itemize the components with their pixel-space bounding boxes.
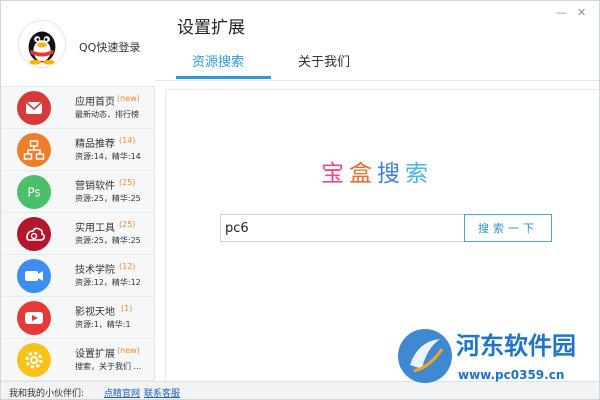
sidebar-item-academy[interactable]: 技术学院 (12) 资源:12，精华:12: [1, 255, 155, 297]
sidebar-item-featured[interactable]: 精品推荐 (14) 资源:14，精华:14: [1, 129, 155, 171]
sidebar-item-title: 实用工具: [75, 223, 115, 234]
app-window: QQ快速登录 应用首页 (new) 最新动态，排行榜 精品推荐 (14) 资源:…: [0, 0, 600, 400]
qq-penguin-icon: [28, 31, 56, 65]
minimize-button[interactable]: —: [556, 6, 567, 19]
video-camera-icon: [17, 259, 51, 293]
sidebar-item-subtitle: 搜索，关于我们 ...: [75, 362, 142, 371]
profile-panel[interactable]: QQ快速登录: [1, 1, 155, 87]
sidebar-item-subtitle: 资源:12，精华:12: [75, 278, 141, 287]
qq-quick-login-label[interactable]: QQ快速登录: [79, 39, 140, 55]
sidebar-item-count: (12): [119, 262, 136, 271]
close-button[interactable]: ✕: [577, 6, 586, 19]
sidebar-item-marketing[interactable]: Ps 营销软件 (25) 资源:25，精华:25: [1, 171, 155, 213]
sidebar-item-home[interactable]: 应用首页 (new) 最新动态，排行榜: [1, 87, 155, 129]
main-header: 设置扩展 资源搜索 关于我们 — ✕: [155, 1, 599, 81]
sidebar-item-count: (1): [121, 304, 133, 313]
official-site-link[interactable]: 点睛官网: [104, 386, 140, 399]
watermark-logo-icon: [398, 329, 452, 383]
sidebar-item-subtitle: 最新动态，排行榜: [75, 110, 139, 119]
sidebar-item-title: 营销软件: [75, 181, 115, 192]
page-title: 设置扩展: [177, 18, 245, 38]
sidebar-item-settings[interactable]: 设置扩展 (new) 搜索，关于我们 ...: [1, 339, 155, 381]
baohe-search-logo: 宝盒搜索: [321, 154, 433, 188]
sidebar-nav: 应用首页 (new) 最新动态，排行榜 精品推荐 (14) 资源:14，精华:1…: [1, 87, 155, 381]
sidebar-item-subtitle: 资源:25，精华:25: [75, 194, 141, 203]
sidebar-item-count: (25): [119, 220, 136, 229]
logo-char: 搜: [377, 161, 405, 187]
sidebar-item-count: (new): [117, 94, 140, 103]
sidebar-item-title: 影视天地: [75, 307, 115, 318]
search-button[interactable]: 搜索一下: [464, 214, 552, 242]
footer-label: 我和我的小伙伴们:: [9, 389, 85, 399]
sidebar-item-count: (14): [119, 136, 136, 145]
watermark-name: 河东软件园: [456, 332, 576, 360]
sidebar-item-count: (25): [119, 178, 136, 187]
tab-about-us[interactable]: 关于我们: [298, 51, 350, 70]
sidebar-item-title: 技术学院: [75, 265, 115, 276]
mail-icon: [17, 91, 51, 125]
sidebar-item-count: (new): [117, 346, 140, 355]
sidebar-item-video[interactable]: 影视天地 (1) 资源:1，精华:1: [1, 297, 155, 339]
sidebar-item-title: 精品推荐: [75, 139, 115, 150]
org-chart-icon: [17, 133, 51, 167]
sidebar-item-title: 应用首页: [75, 97, 115, 108]
sidebar-item-subtitle: 资源:1，精华:1: [75, 320, 131, 329]
contact-support-link[interactable]: 联系客服: [144, 386, 180, 399]
logo-char: 宝: [321, 161, 349, 187]
gear-icon: [17, 343, 51, 377]
watermark: 河东软件园 www.pc0359.cn: [396, 325, 599, 389]
active-tab-indicator: [176, 76, 271, 79]
logo-char: 索: [405, 161, 433, 187]
creative-cloud-icon: [17, 217, 51, 251]
sidebar: QQ快速登录 应用首页 (new) 最新动态，排行榜 精品推荐 (14) 资源:…: [1, 1, 155, 381]
qq-penguin-avatar[interactable]: [18, 20, 66, 68]
sidebar-item-subtitle: 资源:25，精华:25: [75, 236, 141, 245]
sidebar-item-title: 设置扩展: [75, 349, 115, 360]
logo-char: 盒: [349, 161, 377, 187]
search-input[interactable]: [220, 214, 465, 242]
sidebar-item-tools[interactable]: 实用工具 (25) 资源:25，精华:25: [1, 213, 155, 255]
sidebar-item-subtitle: 资源:14，精华:14: [75, 152, 141, 161]
play-icon: [17, 301, 51, 335]
watermark-url: www.pc0359.cn: [458, 368, 565, 382]
ps-icon: Ps: [17, 175, 51, 209]
svg-text:Ps: Ps: [27, 186, 40, 200]
tab-resource-search[interactable]: 资源搜索: [192, 51, 244, 70]
